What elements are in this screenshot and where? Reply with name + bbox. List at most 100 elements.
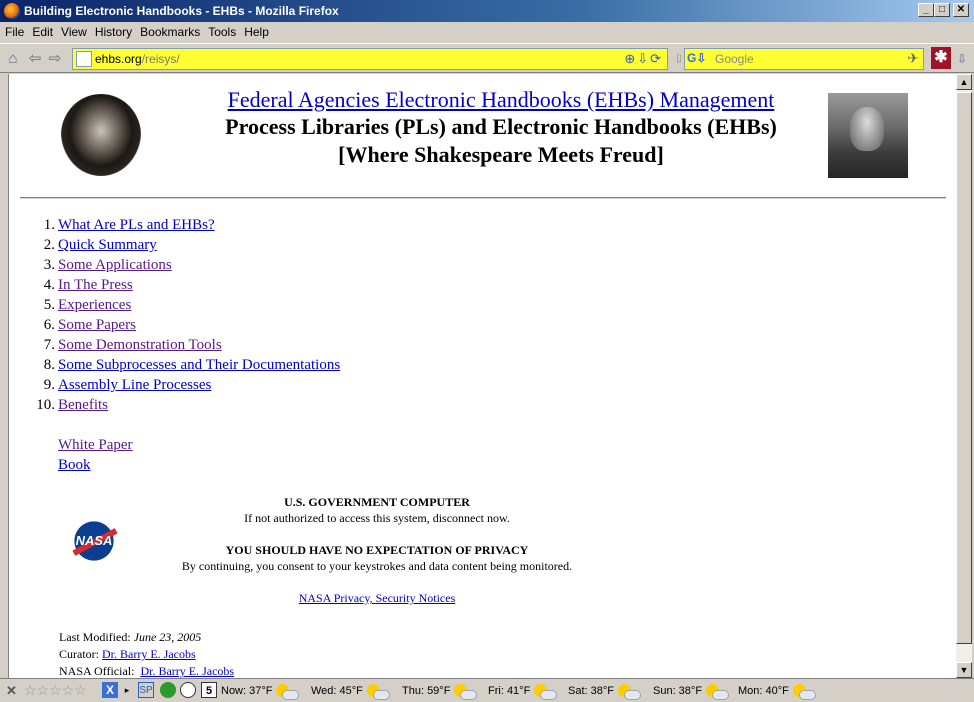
toc-item-number: 7.: [43, 337, 55, 353]
back-icon[interactable]: ⇦: [26, 50, 44, 68]
page-favicon: [76, 51, 92, 67]
partly-cloudy-icon: [705, 684, 730, 700]
menu-help[interactable]: Help: [239, 22, 272, 39]
scroll-thumb[interactable]: [956, 92, 972, 644]
page-tagline: [Where Shakespeare Meets Freud]: [338, 142, 664, 167]
extra-links: White Paper Book: [58, 435, 133, 475]
partly-cloudy-icon: [533, 684, 558, 700]
toc-item-link[interactable]: Some Demonstration Tools: [58, 337, 222, 353]
toc-item-number: 10.: [36, 397, 55, 413]
toc-item: 8. Some Subprocesses and Their Documentat…: [29, 355, 340, 375]
minimize-button[interactable]: _: [918, 3, 934, 17]
browser-window: Building Electronic Handbooks - EHBs - M…: [0, 0, 974, 702]
menu-view[interactable]: View: [56, 22, 90, 39]
title-bar: Building Electronic Handbooks - EHBs - M…: [0, 0, 974, 22]
partly-cloudy-icon: [453, 684, 478, 700]
official-link[interactable]: Dr. Barry E. Jacobs: [140, 664, 234, 678]
horizontal-rule: [20, 197, 946, 199]
toc-item-link[interactable]: What Are PLs and EHBs?: [58, 217, 215, 233]
navigation-toolbar: ⌂ ⇦ ⇨ ehbs.org/reisys/ ⊕⇩⟳ ▯ G⇩ Google ✈…: [0, 43, 974, 73]
toc-item-link[interactable]: Assembly Line Processes: [58, 377, 211, 393]
partly-cloudy-icon: [275, 684, 300, 700]
weather-day[interactable]: Now: 37°F: [221, 684, 300, 700]
search-input[interactable]: Google: [715, 52, 754, 66]
globe-icon[interactable]: [160, 682, 176, 698]
home-icon[interactable]: ⌂: [4, 50, 22, 68]
page-title-link[interactable]: Federal Agencies Electronic Handbooks (E…: [228, 87, 775, 112]
page-footer: Last Modified: June 23, 2005 Curator: Dr…: [59, 629, 234, 678]
vertical-scrollbar[interactable]: ▲ ▼: [956, 74, 972, 678]
table-of-contents: 1. What Are PLs and EHBs? 2. Quick Summary 3…: [29, 215, 340, 415]
toc-item-number: 4.: [43, 277, 55, 293]
book-link[interactable]: Book: [58, 455, 133, 475]
curator-link[interactable]: Dr. Barry E. Jacobs: [102, 647, 196, 661]
toc-item: 7. Some Demonstration Tools: [29, 335, 340, 355]
addon-x-icon[interactable]: X: [102, 682, 118, 698]
toc-item-number: 9.: [43, 377, 55, 393]
url-path: /reisys/: [141, 52, 180, 66]
google-engine-icon[interactable]: G⇩: [687, 51, 711, 67]
bookmark-star-icon[interactable]: ✱: [931, 47, 951, 69]
notice-warning: If not authorized to access this system,…: [244, 511, 510, 525]
dropdown-arrow-icon[interactable]: ▸: [119, 682, 135, 698]
search-bar[interactable]: G⇩ Google ✈: [684, 48, 924, 70]
close-button[interactable]: ✕: [953, 3, 969, 17]
weather-day[interactable]: Sat: 38°F: [568, 684, 641, 700]
toc-item: 6. Some Papers: [29, 315, 340, 335]
calendar-day[interactable]: 5: [201, 682, 217, 698]
privacy-notices-link[interactable]: NASA Privacy, Security Notices: [299, 591, 456, 605]
partly-cloudy-icon: [792, 684, 816, 700]
toc-item-link[interactable]: Some Applications: [58, 257, 172, 273]
rating-stars-icon[interactable]: ☆☆☆☆☆: [24, 682, 87, 699]
weather-day-label: Thu: 59°F: [402, 684, 451, 697]
official-label: NASA Official:: [59, 664, 135, 678]
menu-tools[interactable]: Tools: [203, 22, 239, 39]
weather-day-label: Sat: 38°F: [568, 684, 614, 697]
toc-item: 4. In The Press: [29, 275, 340, 295]
scroll-down-icon[interactable]: ▼: [956, 662, 972, 678]
privacy-text: By continuing, you consent to your keyst…: [181, 559, 573, 573]
sp-status-label[interactable]: SP: [138, 682, 154, 698]
weather-day[interactable]: Fri: 41°F: [488, 684, 558, 700]
menu-history[interactable]: History: [90, 22, 135, 39]
weather-day[interactable]: Thu: 59°F: [402, 684, 478, 700]
last-modified-date: June 23, 2005: [133, 630, 202, 644]
menu-bar: File Edit View History Bookmarks Tools Help: [0, 22, 974, 42]
weather-day-label: Wed: 45°F: [311, 684, 363, 697]
notice-heading: U.S. GOVERNMENT COMPUTER: [284, 495, 470, 509]
menu-edit[interactable]: Edit: [27, 22, 56, 39]
white-paper-link[interactable]: White Paper: [58, 435, 133, 455]
partly-cloudy-icon: [617, 684, 641, 700]
scroll-up-icon[interactable]: ▲: [956, 74, 972, 90]
toc-item: 10. Benefits: [29, 395, 340, 415]
close-status-icon[interactable]: ✕: [6, 683, 17, 699]
weather-day[interactable]: Mon: 40°F: [738, 684, 816, 700]
weather-day[interactable]: Wed: 45°F: [311, 684, 390, 700]
clock-icon[interactable]: [180, 682, 196, 698]
toc-item-link[interactable]: Experiences: [58, 297, 131, 313]
weather-day-label: Sun: 38°F: [653, 684, 703, 697]
toc-item-number: 8.: [43, 357, 55, 373]
toc-item-number: 6.: [43, 317, 55, 333]
url-bar[interactable]: ehbs.org/reisys/ ⊕⇩⟳: [72, 48, 668, 70]
toc-item-link[interactable]: Some Papers: [58, 317, 136, 333]
last-modified-label: Last Modified:: [59, 630, 131, 644]
partly-cloudy-icon: [366, 684, 390, 700]
toc-item-number: 3.: [43, 257, 55, 273]
menu-bookmarks[interactable]: Bookmarks: [135, 22, 203, 39]
toc-item-link[interactable]: Benefits: [58, 397, 108, 413]
window-title: Building Electronic Handbooks - EHBs - M…: [24, 4, 339, 18]
toc-item: 9. Assembly Line Processes: [29, 375, 340, 395]
reload-go-icons[interactable]: ⊕⇩⟳: [624, 51, 663, 67]
menu-file[interactable]: File: [0, 22, 27, 39]
maximize-button[interactable]: □: [934, 3, 950, 17]
toc-item-number: 1.: [43, 217, 55, 233]
forward-icon[interactable]: ⇨: [46, 50, 64, 68]
search-go-icon[interactable]: ✈: [907, 50, 919, 67]
weather-day-label: Fri: 41°F: [488, 684, 531, 697]
toc-item-link[interactable]: In The Press: [58, 277, 133, 293]
toc-item-link[interactable]: Quick Summary: [58, 237, 157, 253]
overflow-arrow-icon[interactable]: ⇩: [953, 50, 971, 68]
weather-day[interactable]: Sun: 38°F: [653, 684, 730, 700]
toc-item-link[interactable]: Some Subprocesses and Their Documentatio…: [58, 357, 340, 373]
